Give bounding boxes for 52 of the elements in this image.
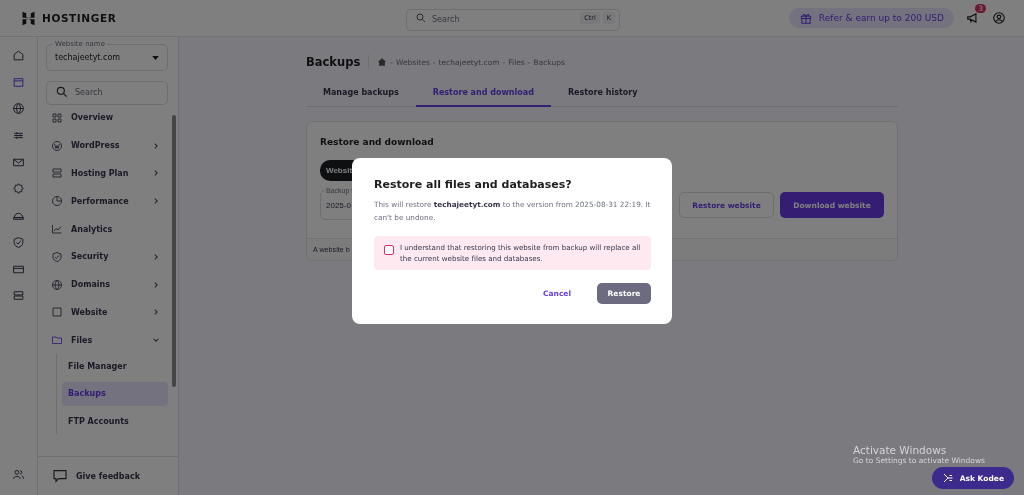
menu-item-icon: [51, 250, 63, 263]
account-icon[interactable]: [992, 11, 1006, 25]
menu-item-icon: [51, 334, 63, 347]
sidebar-item[interactable]: Performance: [46, 187, 168, 216]
sparkle-icon: [941, 472, 954, 484]
logo-text: HOSTINGER: [42, 12, 117, 24]
refer-button[interactable]: Refer & earn up to 200 USD: [788, 8, 954, 28]
sidebar-item[interactable]: Hosting Plan: [46, 159, 168, 188]
submenu-item[interactable]: FTP Accounts: [62, 409, 168, 434]
menu-item-icon: [51, 111, 63, 124]
megaphone-icon[interactable]: [966, 11, 980, 25]
nav-icon[interactable]: [12, 75, 25, 89]
sidebar-item[interactable]: Security: [46, 243, 168, 271]
submenu-item[interactable]: File Manager: [62, 354, 168, 379]
search-icon: [55, 85, 69, 99]
submenu-item[interactable]: Backups: [62, 381, 168, 406]
logo-icon: [21, 10, 36, 26]
nav-icon[interactable]: [12, 235, 25, 249]
nav-icon[interactable]: [12, 182, 25, 196]
sidebar-item[interactable]: Analytics: [46, 215, 168, 243]
field-value: techajeetyt.com: [55, 53, 122, 62]
card-title: Restore and download: [320, 137, 435, 147]
tab[interactable]: Restore history: [550, 83, 655, 107]
field-value: 2025-0: [326, 200, 351, 210]
tab[interactable]: Restore and download: [415, 83, 551, 107]
page-title: Backups: [306, 55, 370, 69]
search-field[interactable]: Search: [46, 80, 168, 105]
sidebar-item[interactable]: Website: [46, 298, 168, 327]
nav-icon[interactable]: [12, 49, 25, 62]
nav-icon[interactable]: [12, 102, 25, 116]
search-icon: [415, 12, 427, 24]
dialog-title: Restore all files and databases?: [374, 178, 573, 191]
sidebar-item[interactable]: Overview: [46, 104, 168, 132]
sidebar-item[interactable]: Files: [46, 326, 168, 355]
activation-notice-title: Activate Windows: [853, 444, 948, 456]
checkbox[interactable]: [384, 245, 394, 255]
feedback-link[interactable]: Give feedback: [38, 456, 178, 495]
chat-icon: [52, 468, 68, 484]
gift-icon: [798, 11, 813, 25]
menu-item-icon: [51, 278, 63, 291]
menu-item-icon: [51, 139, 63, 152]
menu-item-icon: [51, 167, 63, 180]
nav-icon[interactable]: [12, 289, 25, 303]
tab[interactable]: Manage backups: [306, 83, 416, 107]
caret-icon: [152, 55, 159, 60]
people-icon[interactable]: [12, 468, 25, 481]
sidebar-item[interactable]: Domains: [46, 270, 168, 299]
menu-item-icon: [51, 223, 63, 236]
sidebar-item[interactable]: WordPress: [46, 131, 168, 160]
menu-item-icon: [51, 195, 63, 208]
home-icon[interactable]: [377, 57, 388, 67]
menu-item-icon: [51, 306, 63, 319]
